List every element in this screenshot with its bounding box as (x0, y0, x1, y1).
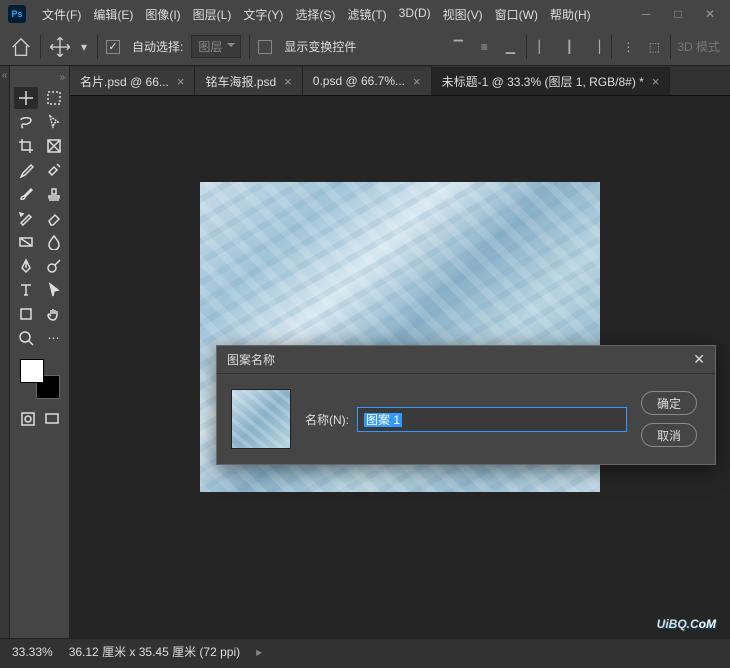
dialog-close-icon[interactable]: ✕ (693, 351, 705, 368)
home-icon[interactable] (10, 36, 32, 58)
pattern-thumbnail (231, 389, 291, 449)
cancel-button[interactable]: 取消 (641, 423, 697, 447)
watermark: UiBQ.CoM (657, 611, 716, 634)
eyedropper-tool[interactable] (14, 159, 38, 181)
eraser-tool[interactable] (42, 207, 66, 229)
hand-tool[interactable] (42, 303, 66, 325)
status-bar: 33.33% 36.12 厘米 x 35.45 厘米 (72 ppi) ▸ (0, 638, 730, 664)
menu-帮助H[interactable]: 帮助(H) (544, 2, 597, 27)
maximize-button[interactable]: □ (666, 4, 690, 24)
zoom-tool[interactable] (14, 327, 38, 349)
menu-图像I[interactable]: 图像(I) (139, 2, 186, 27)
window-controls: ─ □ ✕ (634, 4, 722, 24)
foreground-color-swatch[interactable] (20, 359, 44, 383)
quick-select-tool[interactable] (42, 111, 66, 133)
title-bar: Ps 文件(F)编辑(E)图像(I)图层(L)文字(Y)选择(S)滤镜(T)3D… (0, 0, 730, 28)
dodge-tool[interactable] (42, 255, 66, 277)
more-tools[interactable]: ⋯ (42, 327, 66, 349)
menu-选择S[interactable]: 选择(S) (289, 2, 341, 27)
crop-tool[interactable] (14, 135, 38, 157)
status-chevron-icon[interactable]: ▸ (256, 645, 262, 659)
document-tab[interactable]: 未标题-1 @ 33.3% (图层 1, RGB/8#) *× (432, 67, 671, 95)
app-logo: Ps (8, 5, 26, 23)
pattern-name-dialog: 图案名称 ✕ 名称(N): 图案 1 确定 取消 (216, 345, 716, 465)
tools-panel: » ⋯ (10, 66, 70, 638)
menu-视图V[interactable]: 视图(V) (437, 2, 489, 27)
frame-tool[interactable] (42, 135, 66, 157)
align-vcenter-icon[interactable]: ≡ (474, 37, 494, 57)
3d-icon[interactable]: ⬚ (644, 37, 664, 57)
align-bottom-icon[interactable]: ▁ (500, 37, 520, 57)
lasso-tool[interactable] (14, 111, 38, 133)
pen-tool[interactable] (14, 255, 38, 277)
tools-collapse-icon[interactable]: » (59, 72, 65, 83)
gradient-tool[interactable] (14, 231, 38, 253)
document-tab[interactable]: 名片.psd @ 66...× (70, 67, 195, 95)
3d-mode-label: 3D 模式 (677, 38, 720, 55)
zoom-level[interactable]: 33.33% (12, 645, 53, 659)
panel-collapse-left[interactable]: « (0, 66, 10, 638)
auto-select-checkbox[interactable] (106, 40, 120, 54)
align-right-icon[interactable]: ▕ (585, 37, 605, 57)
menu-图层L[interactable]: 图层(L) (187, 2, 238, 27)
tab-close-icon[interactable]: × (177, 74, 185, 89)
color-swatches[interactable] (20, 359, 60, 399)
menu-窗口W[interactable]: 窗口(W) (489, 2, 544, 27)
path-select-tool[interactable] (42, 279, 66, 301)
document-tabs: 名片.psd @ 66...×铭车海报.psd×0.psd @ 66.7%...… (70, 66, 730, 96)
close-button[interactable]: ✕ (698, 4, 722, 24)
shape-tool[interactable] (14, 303, 38, 325)
options-bar: ▾ 自动选择: 图层 显示变换控件 ▔ ≡ ▁ ▏ ┃ ▕ ⋮ ⬚ 3D 模式 (0, 28, 730, 66)
quick-mask-icon[interactable] (19, 411, 37, 427)
align-left-icon[interactable]: ▏ (533, 37, 553, 57)
distribute-icon[interactable]: ⋮ (618, 37, 638, 57)
blur-tool[interactable] (42, 231, 66, 253)
align-top-icon[interactable]: ▔ (448, 37, 468, 57)
move-tool-icon[interactable] (49, 36, 71, 58)
chevron-down-icon[interactable]: ▾ (79, 36, 89, 58)
menu-滤镜T[interactable]: 滤镜(T) (341, 2, 392, 27)
dialog-title: 图案名称 (227, 351, 275, 368)
menu-编辑E[interactable]: 编辑(E) (87, 2, 139, 27)
stamp-tool[interactable] (42, 183, 66, 205)
screen-mode-icon[interactable] (43, 411, 61, 427)
menu-文字Y[interactable]: 文字(Y) (237, 2, 289, 27)
history-brush-tool[interactable] (14, 207, 38, 229)
menu-文件F[interactable]: 文件(F) (36, 2, 87, 27)
pattern-name-input[interactable]: 图案 1 (357, 407, 627, 432)
auto-select-dropdown[interactable]: 图层 (191, 35, 241, 58)
menu-bar: 文件(F)编辑(E)图像(I)图层(L)文字(Y)选择(S)滤镜(T)3D(D)… (36, 2, 597, 27)
healing-tool[interactable] (42, 159, 66, 181)
tab-close-icon[interactable]: × (284, 74, 292, 89)
menu-3DD[interactable]: 3D(D) (393, 2, 437, 27)
ok-button[interactable]: 确定 (641, 391, 697, 415)
minimize-button[interactable]: ─ (634, 4, 658, 24)
show-transform-checkbox[interactable] (258, 40, 272, 54)
align-hcenter-icon[interactable]: ┃ (559, 37, 579, 57)
tab-close-icon[interactable]: × (652, 74, 660, 89)
type-tool[interactable] (14, 279, 38, 301)
name-field-label: 名称(N): (305, 411, 349, 428)
tab-close-icon[interactable]: × (413, 74, 421, 89)
auto-select-label: 自动选择: (132, 38, 183, 55)
document-info: 36.12 厘米 x 35.45 厘米 (72 ppi) (69, 643, 240, 660)
marquee-tool[interactable] (42, 87, 66, 109)
show-transform-label: 显示变换控件 (284, 38, 356, 55)
move-tool[interactable] (14, 87, 38, 109)
brush-tool[interactable] (14, 183, 38, 205)
document-tab[interactable]: 铭车海报.psd× (195, 67, 302, 95)
document-tab[interactable]: 0.psd @ 66.7%...× (303, 67, 432, 95)
